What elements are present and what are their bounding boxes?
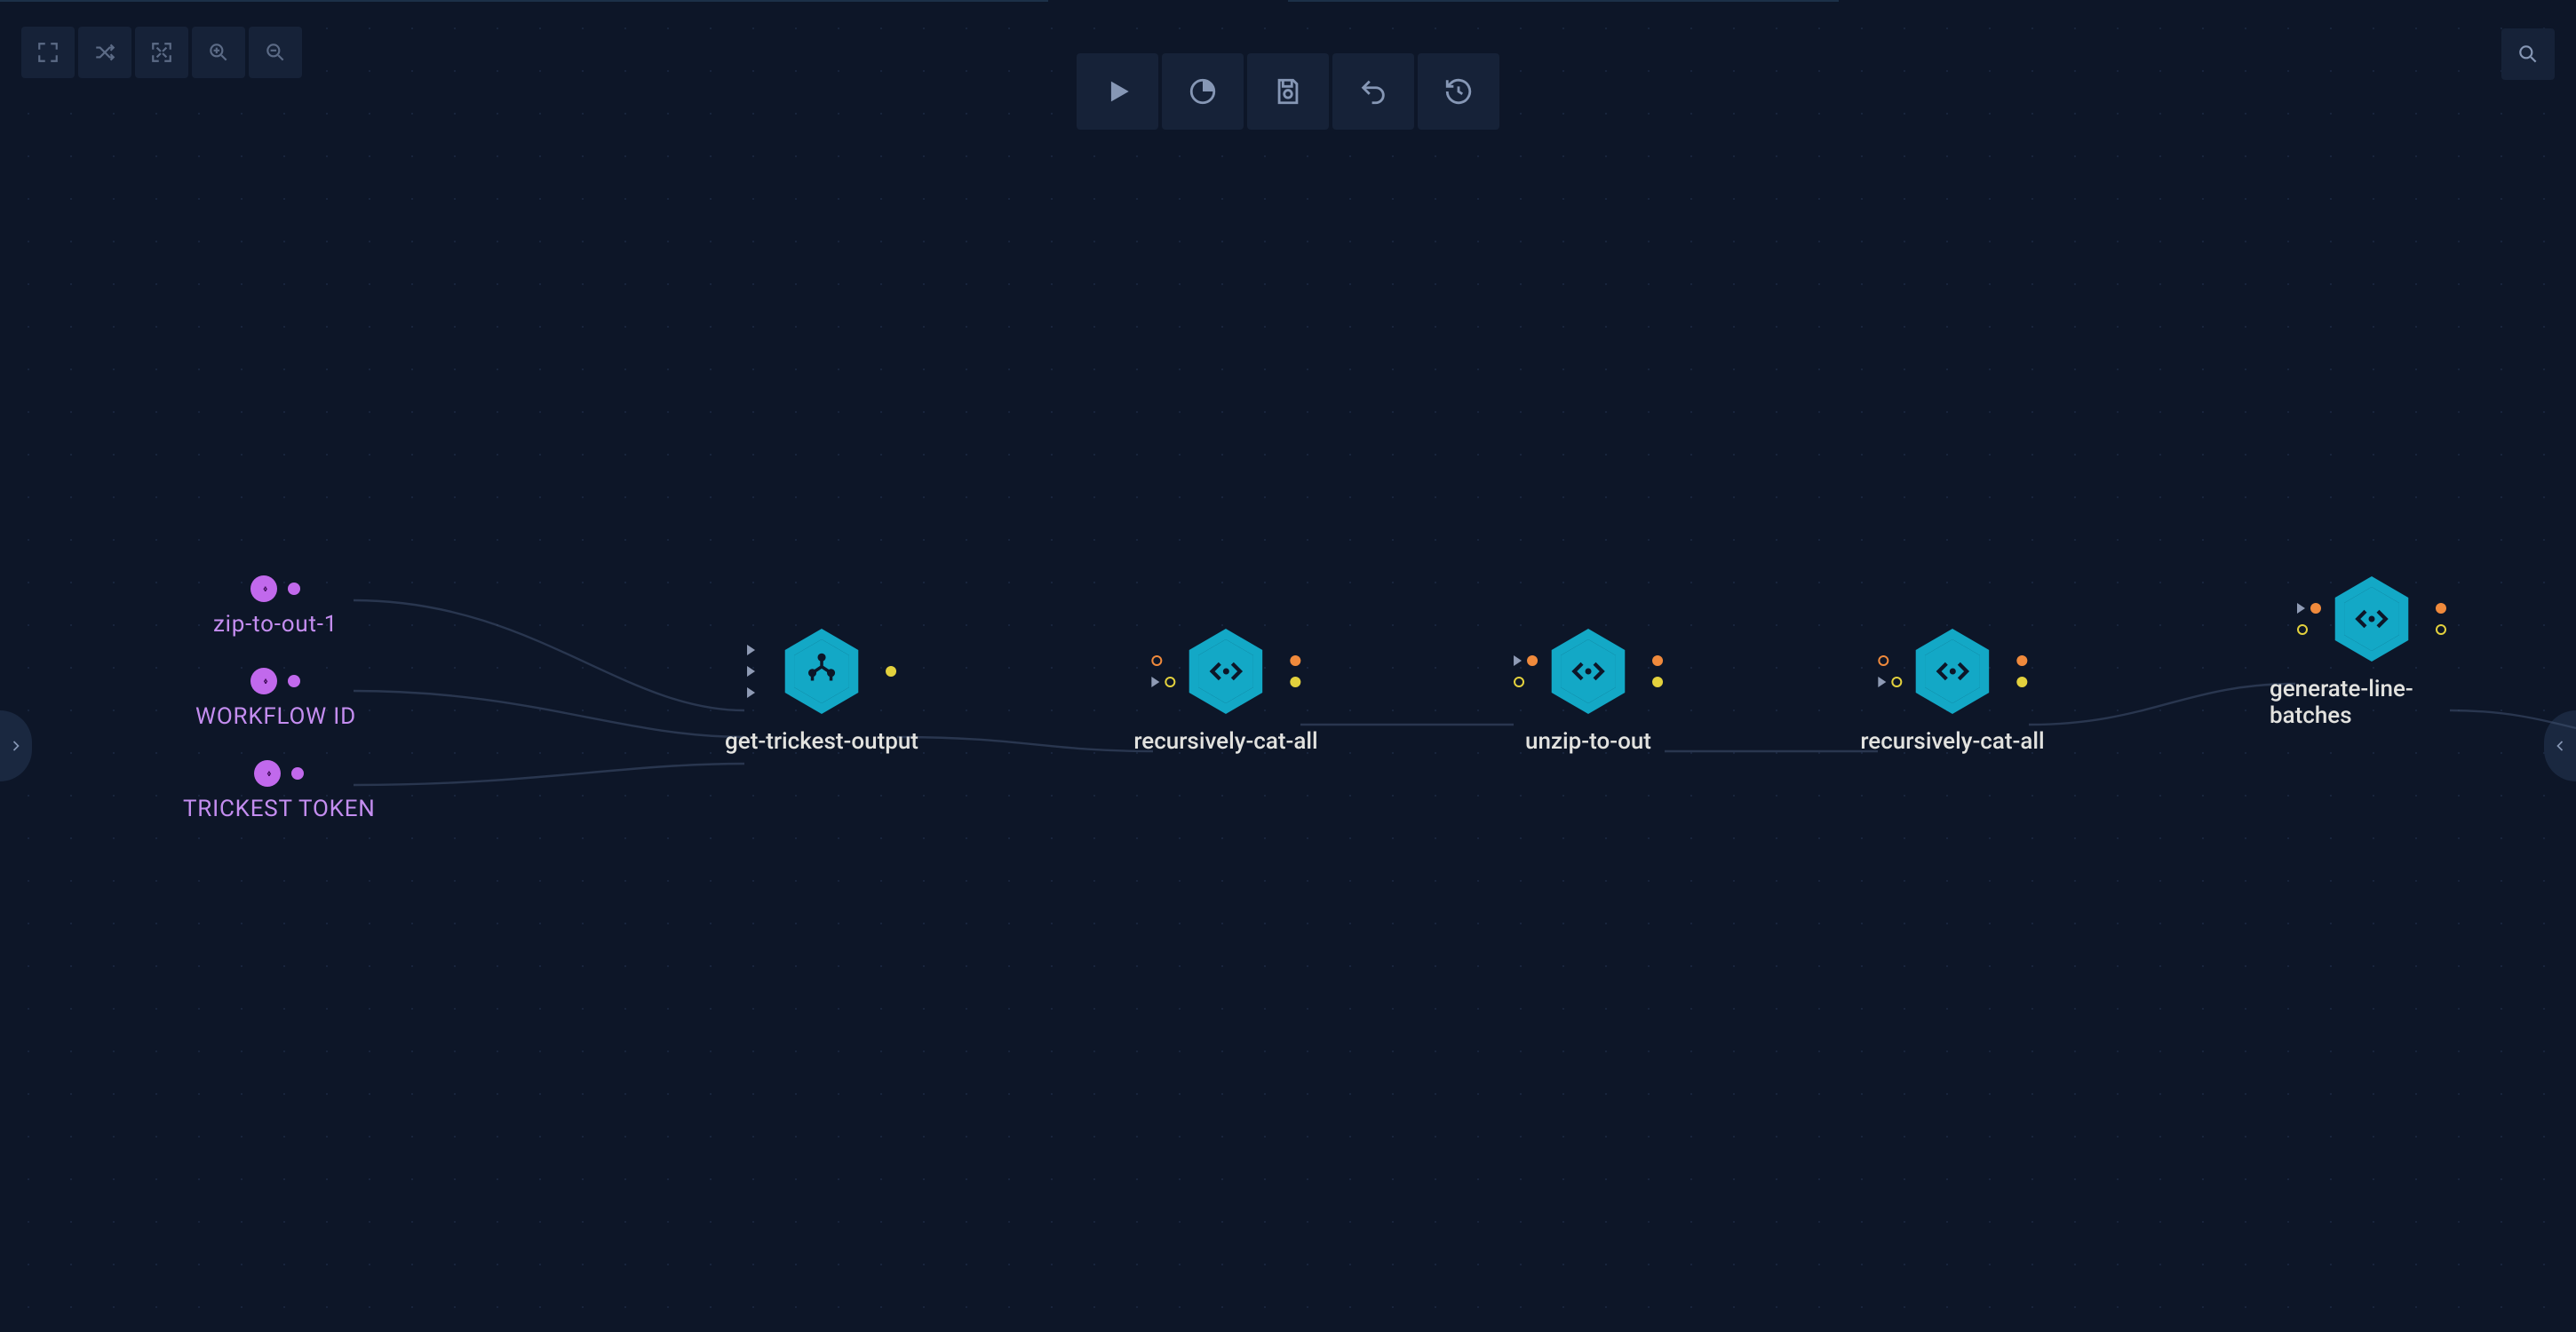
input-port[interactable] (1878, 677, 1902, 687)
param-label: WORKFLOW ID (195, 703, 356, 730)
history-button[interactable] (1418, 53, 1499, 130)
output-port[interactable] (886, 666, 896, 677)
hex-icon (2329, 576, 2414, 662)
zoom-in-icon (207, 41, 230, 64)
output-port[interactable] (2016, 677, 2027, 687)
param-workflow-id[interactable]: WORKFLOW ID (195, 668, 356, 730)
fit-view-button[interactable] (135, 27, 188, 78)
zoom-in-button[interactable] (192, 27, 245, 78)
toolbar-run (1077, 53, 1499, 130)
input-port[interactable] (2297, 624, 2321, 635)
undo-button[interactable] (1332, 53, 1414, 130)
input-port[interactable] (747, 645, 755, 655)
output-port[interactable] (288, 583, 300, 595)
zoom-out-button[interactable] (249, 27, 302, 78)
param-icon (250, 668, 277, 694)
node-label: get-trickest-output (725, 728, 918, 755)
node-label: generate-line-batches (2270, 676, 2474, 729)
node-recursively-cat-all[interactable]: recursively-cat-all (1133, 627, 1317, 755)
input-port[interactable] (1514, 677, 1538, 687)
hex-icon (1546, 629, 1631, 714)
toolbar-canvas (21, 27, 302, 78)
zoom-out-icon (264, 41, 287, 64)
input-port[interactable] (2297, 603, 2321, 614)
param-trickest-token[interactable]: TRICKEST TOKEN (183, 760, 376, 822)
output-port[interactable] (1290, 677, 1300, 687)
node-recursively-cat-all[interactable]: recursively-cat-all (1860, 627, 2044, 755)
node-get-trickest-output[interactable]: get-trickest-output (725, 627, 918, 755)
node-label: recursively-cat-all (1860, 728, 2044, 755)
param-icon (250, 575, 277, 602)
output-port[interactable] (1652, 677, 1663, 687)
undo-icon (1358, 76, 1388, 107)
clock-partial-icon (1188, 76, 1218, 107)
node-generate-line-batches[interactable]: generate-line-batches (2270, 575, 2474, 729)
param-icon (254, 760, 281, 787)
input-port[interactable] (1514, 655, 1538, 666)
output-port[interactable] (291, 767, 304, 780)
input-port[interactable] (1878, 655, 1902, 666)
search-icon (2516, 43, 2540, 66)
schedule-button[interactable] (1162, 53, 1244, 130)
search-button[interactable] (2501, 28, 2555, 80)
output-port[interactable] (2436, 603, 2446, 614)
play-icon (1102, 76, 1133, 107)
param-label: zip-to-out-1 (213, 611, 338, 638)
hex-icon (779, 629, 864, 714)
node-label: recursively-cat-all (1133, 728, 1317, 755)
hex-icon (1910, 629, 1995, 714)
expand-icon (150, 41, 173, 64)
param-label: TRICKEST TOKEN (183, 796, 376, 822)
output-port[interactable] (2436, 624, 2446, 635)
toolbar-search (2501, 28, 2555, 80)
input-port[interactable] (1151, 677, 1175, 687)
history-icon (1443, 76, 1474, 107)
node-unzip-to-out[interactable]: unzip-to-out (1525, 627, 1651, 755)
fullscreen-button[interactable] (21, 27, 75, 78)
save-button[interactable] (1247, 53, 1329, 130)
workflow-canvas[interactable]: zip-to-out-1 WORKFLOW ID TRICKEST TOKEN … (0, 0, 2576, 1332)
output-port[interactable] (2016, 655, 2027, 666)
fullscreen-icon (36, 41, 60, 64)
hex-icon (1183, 629, 1268, 714)
input-port[interactable] (747, 687, 755, 698)
save-icon (1273, 76, 1303, 107)
node-label: unzip-to-out (1525, 728, 1651, 755)
output-port[interactable] (1290, 655, 1300, 666)
output-port[interactable] (1652, 655, 1663, 666)
input-port[interactable] (1151, 655, 1175, 666)
input-port[interactable] (747, 666, 755, 677)
param-zip-to-out-1[interactable]: zip-to-out-1 (213, 575, 338, 638)
output-port[interactable] (288, 675, 300, 687)
shuffle-button[interactable] (78, 27, 131, 78)
run-button[interactable] (1077, 53, 1158, 130)
shuffle-icon (93, 41, 116, 64)
